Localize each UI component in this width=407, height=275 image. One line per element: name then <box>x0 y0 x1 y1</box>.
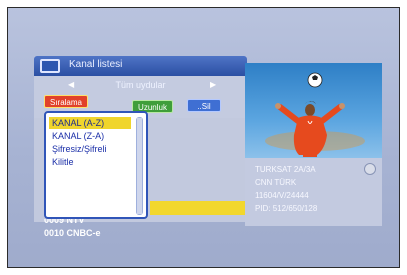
sort-option-name-desc[interactable]: KANAL (Z-A) <box>52 130 104 142</box>
channel-info: TURKSAT 2A/3A CNN TÜRK 11604/V/24444 PID… <box>245 158 382 226</box>
channel-row-highlight[interactable] <box>150 201 247 215</box>
info-frequency: 11604/V/24444 <box>255 191 309 200</box>
sort-option-locked[interactable]: Kilitle <box>52 156 74 168</box>
info-satellite: TURKSAT 2A/3A <box>255 165 316 174</box>
delete-button[interactable]: ..Sil <box>187 99 221 112</box>
sort-option-name-asc[interactable]: KANAL (A-Z) <box>49 117 131 129</box>
sort-button[interactable]: Sıralama <box>44 95 88 108</box>
sort-menu-popup: KANAL (A-Z) KANAL (Z-A) Şifresiz/Şifreli… <box>44 111 148 219</box>
sort-option-scrambled[interactable]: Şifresiz/Şifreli <box>52 143 107 155</box>
tv-icon <box>40 59 60 73</box>
sort-menu-scrollbar[interactable] <box>136 117 143 215</box>
scrollbar-thumb[interactable] <box>137 118 142 214</box>
channel-row[interactable]: 0010 CNBC-e <box>44 228 101 238</box>
status-icon <box>364 163 376 175</box>
tv-screen: Kanal listesi ◀ Tüm uydular ▶ Sıralama U… <box>7 7 400 268</box>
arrow-right-icon[interactable]: ▶ <box>210 80 216 89</box>
info-channel: CNN TÜRK <box>255 178 297 187</box>
satellite-selector[interactable]: ◀ Tüm uydular ▶ <box>34 78 247 94</box>
panel-title: Kanal listesi <box>69 59 123 70</box>
channel-preview <box>245 63 382 158</box>
preview-image <box>265 72 365 157</box>
channel-list-header: Kanal listesi <box>34 56 247 76</box>
info-pids: PID: 512/650/128 <box>255 204 318 213</box>
